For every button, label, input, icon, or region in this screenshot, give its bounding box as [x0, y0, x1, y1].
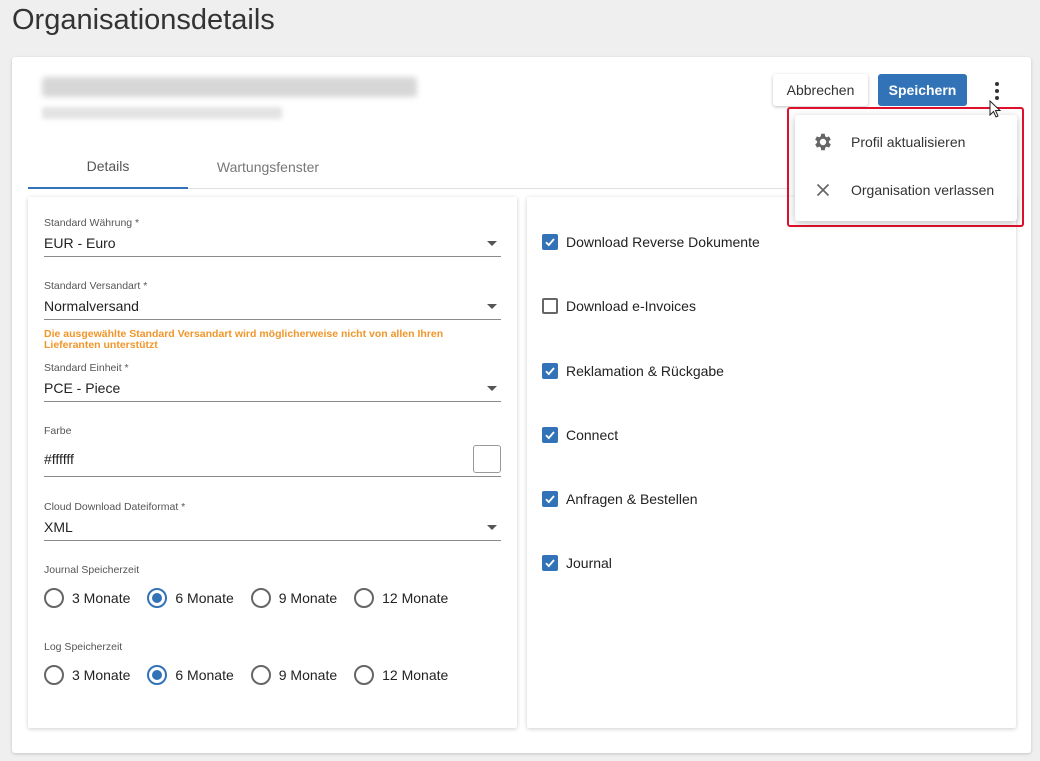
journal-retention-label: Journal Speicherzeit: [44, 564, 140, 576]
log-retention-label: Log Speicherzeit: [44, 641, 123, 653]
mouse-cursor-icon: [989, 100, 1002, 118]
journal-radio-9[interactable]: 9 Monate: [250, 588, 337, 608]
shipping-label: Standard Versandart *: [44, 280, 148, 292]
gear-icon: [795, 131, 851, 153]
currency-select[interactable]: Standard Währung * EUR - Euro: [44, 217, 501, 257]
tab-maintenance-window[interactable]: Wartungsfenster: [188, 145, 348, 189]
page-title: Organisationsdetails: [12, 4, 275, 36]
radio-icon: [44, 588, 64, 608]
checkbox-reklamation[interactable]: Reklamation & Rückgabe: [542, 363, 724, 379]
checkbox-download-reverse[interactable]: Download Reverse Dokumente: [542, 234, 760, 250]
checkbox-unchecked-icon: [542, 298, 558, 314]
shipping-value: Normalversand: [44, 298, 139, 314]
journal-radio-3[interactable]: 3 Monate: [44, 588, 130, 608]
log-radio-9[interactable]: 9 Monate: [250, 665, 337, 685]
unit-select[interactable]: Standard Einheit * PCE - Piece: [44, 362, 501, 402]
log-radio-6[interactable]: 6 Monate: [147, 665, 234, 685]
checkbox-connect[interactable]: Connect: [542, 427, 618, 443]
checkbox-checked-icon: [542, 491, 558, 507]
unit-value: PCE - Piece: [44, 380, 121, 396]
shipping-warning: Die ausgewählte Standard Versandart wird…: [44, 328, 444, 351]
organisation-subtitle-redacted: [42, 107, 282, 119]
checkbox-checked-icon: [542, 363, 558, 379]
journal-radio-12[interactable]: 12 Monate: [354, 588, 448, 608]
log-retention-radio-group: 3 Monate 6 Monate 9 Monate 12 Monate: [44, 665, 465, 685]
log-radio-3[interactable]: 3 Monate: [44, 665, 130, 685]
save-button[interactable]: Speichern: [878, 74, 967, 106]
cancel-button[interactable]: Abbrechen: [773, 74, 868, 106]
color-label: Farbe: [44, 425, 72, 437]
radio-icon: [250, 588, 271, 608]
radio-checked-icon: [147, 588, 168, 608]
cloud-format-select[interactable]: Cloud Download Dateiformat * XML: [44, 501, 501, 541]
log-radio-12[interactable]: 12 Monate: [354, 665, 448, 685]
radio-checked-icon: [147, 665, 168, 685]
color-value: #ffffff: [44, 451, 74, 467]
checkbox-download-einvoices[interactable]: Download e-Invoices: [542, 298, 696, 314]
tab-details[interactable]: Details: [28, 145, 188, 189]
radio-icon: [250, 665, 271, 685]
features-panel: Download Reverse Dokumente Download e-In…: [527, 197, 1016, 728]
chevron-down-icon: [487, 525, 497, 530]
chevron-down-icon: [487, 304, 497, 309]
unit-label: Standard Einheit *: [44, 362, 129, 374]
cloud-format-value: XML: [44, 519, 73, 535]
chevron-down-icon: [487, 241, 497, 246]
checkbox-checked-icon: [542, 234, 558, 250]
currency-label: Standard Währung *: [44, 217, 140, 229]
checkbox-checked-icon: [542, 555, 558, 571]
more-options-menu: Profil aktualisieren Organisation verlas…: [795, 115, 1017, 221]
checkbox-checked-icon: [542, 427, 558, 443]
chevron-down-icon: [487, 386, 497, 391]
checkbox-journal[interactable]: Journal: [542, 555, 612, 571]
menu-item-update-profile[interactable]: Profil aktualisieren: [795, 118, 1017, 166]
settings-panel: Standard Währung * EUR - Euro Standard V…: [28, 197, 517, 728]
organisation-name-redacted: [42, 77, 417, 97]
radio-icon: [354, 588, 375, 608]
radio-icon: [44, 665, 64, 685]
radio-icon: [354, 665, 375, 685]
journal-radio-6[interactable]: 6 Monate: [147, 588, 234, 608]
journal-retention-radio-group: 3 Monate 6 Monate 9 Monate 12 Monate: [44, 588, 465, 608]
cloud-format-label: Cloud Download Dateiformat *: [44, 501, 186, 513]
checkbox-anfragen[interactable]: Anfragen & Bestellen: [542, 491, 698, 507]
currency-value: EUR - Euro: [44, 235, 116, 251]
close-icon: [795, 179, 851, 201]
tab-bar: Details Wartungsfenster: [28, 145, 788, 189]
menu-item-leave-organisation[interactable]: Organisation verlassen: [795, 166, 1017, 214]
shipping-select[interactable]: Standard Versandart * Normalversand: [44, 280, 501, 320]
color-swatch[interactable]: [473, 445, 501, 473]
color-field[interactable]: Farbe #ffffff: [44, 425, 501, 477]
